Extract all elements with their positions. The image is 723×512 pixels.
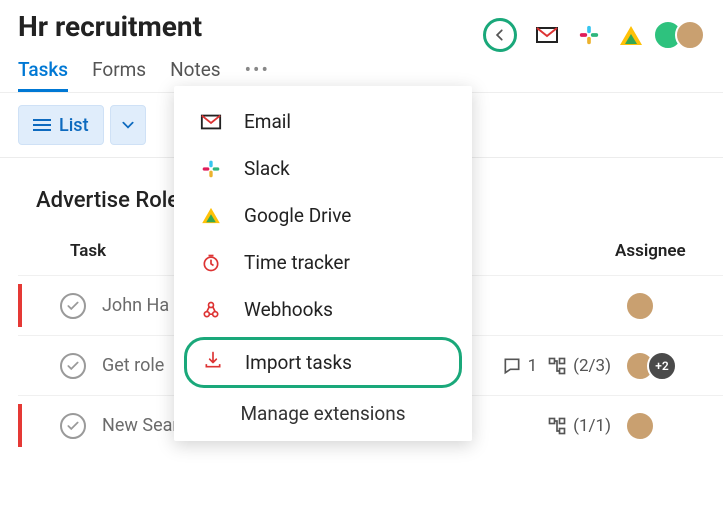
slack-icon — [200, 159, 222, 179]
list-icon — [33, 116, 51, 134]
column-assignee: Assignee — [615, 241, 705, 261]
dropdown-item-label: Time tracker — [244, 251, 350, 274]
list-view-dropdown[interactable] — [110, 105, 146, 145]
extensions-dropdown: Email Slack Google Drive Time tracker We… — [174, 86, 472, 441]
complete-toggle[interactable] — [60, 353, 86, 379]
chevron-left-icon — [493, 28, 507, 42]
check-icon — [66, 359, 80, 373]
dropdown-item-label: Email — [244, 110, 291, 133]
dropdown-item-label: Slack — [244, 157, 290, 180]
check-icon — [66, 299, 80, 313]
complete-toggle[interactable] — [60, 413, 86, 439]
dropdown-item-gdrive[interactable]: Google Drive — [174, 192, 472, 239]
gdrive-icon — [200, 206, 222, 225]
avatar-more[interactable]: +2 — [647, 351, 677, 381]
email-icon[interactable] — [535, 23, 559, 47]
dropdown-item-import-tasks[interactable]: Import tasks — [184, 337, 462, 388]
slack-icon[interactable] — [577, 23, 601, 47]
dropdown-item-webhooks[interactable]: Webhooks — [174, 286, 472, 333]
complete-toggle[interactable] — [60, 293, 86, 319]
dropdown-item-slack[interactable]: Slack — [174, 145, 472, 192]
tab-forms[interactable]: Forms — [92, 58, 146, 92]
gdrive-icon[interactable] — [619, 23, 643, 47]
back-button[interactable] — [483, 18, 517, 52]
import-icon — [203, 350, 223, 375]
page-title: Hr recruitment — [18, 10, 202, 43]
dropdown-item-label: Webhooks — [244, 298, 333, 321]
comment-icon — [502, 356, 522, 376]
list-view-button[interactable]: List — [18, 105, 104, 145]
comments-count[interactable]: 1 — [502, 356, 538, 376]
header-toolbar — [483, 10, 705, 52]
clock-icon — [200, 253, 222, 273]
subtask-icon — [547, 356, 567, 376]
dropdown-manage-extensions[interactable]: Manage extensions — [174, 392, 472, 427]
avatar[interactable] — [625, 411, 655, 441]
subtasks-count[interactable]: (1/1) — [547, 416, 611, 436]
check-icon — [66, 419, 80, 433]
dropdown-item-timetracker[interactable]: Time tracker — [174, 239, 472, 286]
subtasks-count[interactable]: (2/3) — [547, 356, 611, 376]
subtask-icon — [547, 416, 567, 436]
dropdown-item-label: Google Drive — [244, 204, 351, 227]
avatar — [675, 20, 705, 50]
envelope-icon — [200, 111, 222, 133]
webhook-icon — [200, 300, 222, 320]
tab-tasks[interactable]: Tasks — [18, 58, 68, 92]
header-avatars[interactable] — [661, 20, 705, 50]
dropdown-item-email[interactable]: Email — [174, 98, 472, 145]
list-view-label: List — [59, 115, 89, 136]
chevron-down-icon — [121, 118, 135, 132]
dropdown-item-label: Import tasks — [245, 351, 352, 374]
avatar[interactable] — [625, 291, 655, 321]
